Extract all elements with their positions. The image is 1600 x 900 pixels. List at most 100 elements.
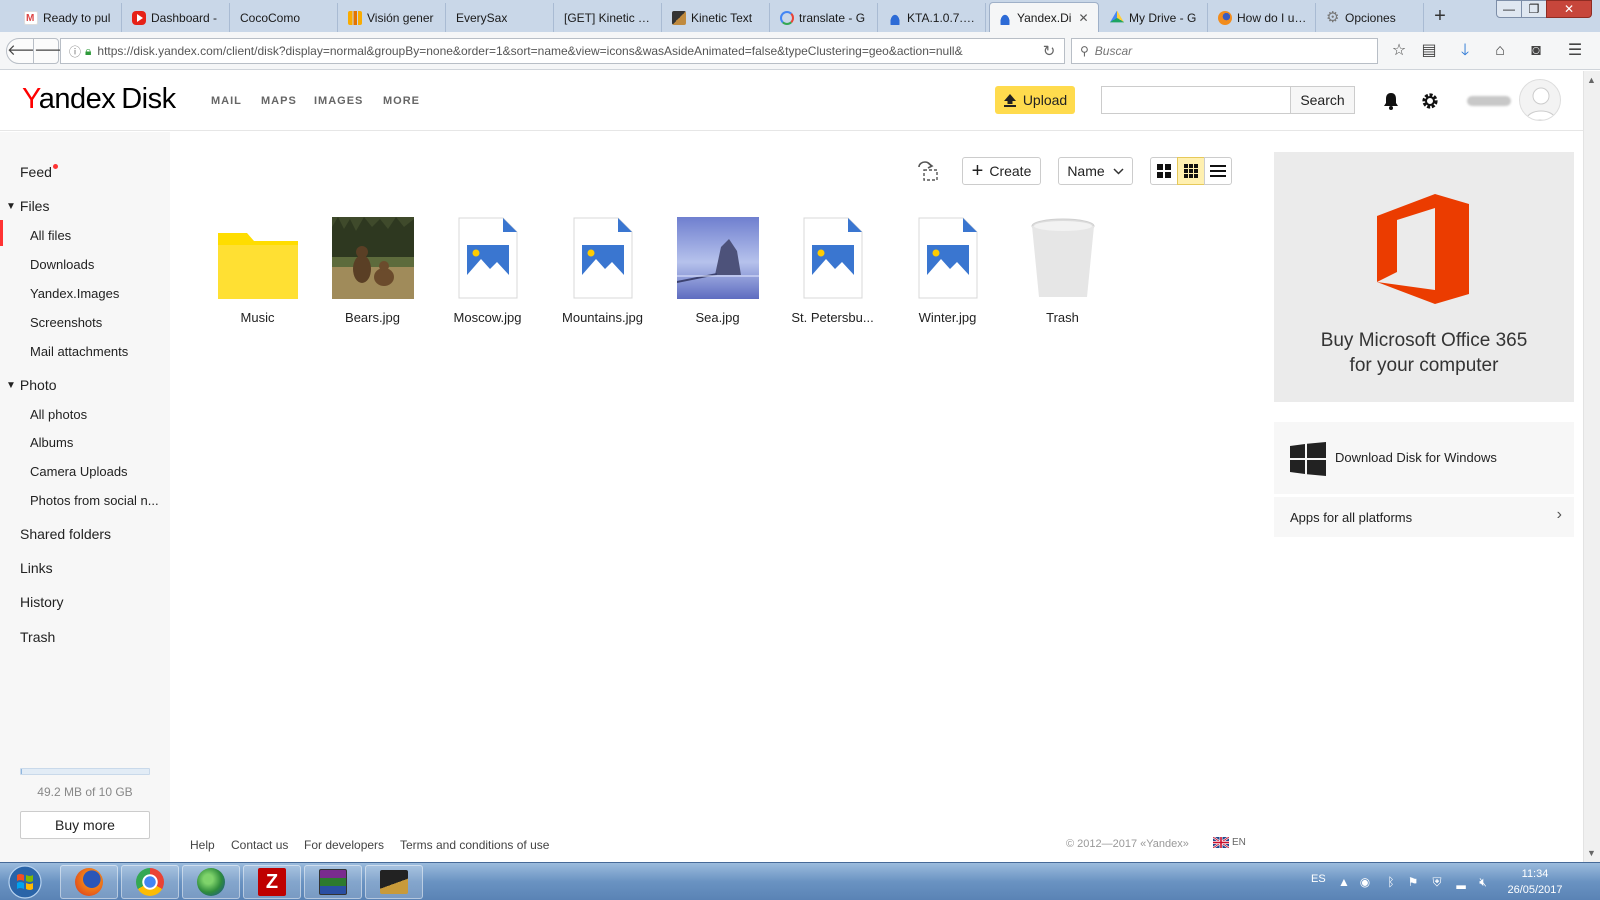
volume-muted-icon[interactable]: 🔇︎ [1476, 875, 1490, 889]
tray-flag-icon[interactable]: ⚑ [1406, 875, 1420, 889]
tab-close-icon[interactable]: ✕ [1078, 11, 1088, 25]
sidebar-group-photo[interactable]: ▼ Photo [6, 377, 57, 393]
sidebar-item-yandex-images[interactable]: Yandex.Images [30, 286, 119, 301]
footer-help-link[interactable]: Help [190, 838, 215, 852]
home-icon[interactable]: ⌂ [1489, 41, 1511, 61]
tray-security-icon[interactable]: ⛨ [1430, 875, 1444, 889]
nav-images[interactable]: IMAGES [314, 95, 363, 107]
reload-icon[interactable]: ↻ [1034, 42, 1064, 60]
bluetooth-icon[interactable]: ᛒ [1384, 875, 1398, 889]
create-button[interactable]: + Create [962, 157, 1041, 185]
new-tab-button[interactable]: + [1428, 5, 1452, 29]
downloads-icon[interactable]: 🡓 [1454, 41, 1476, 61]
keyboard-language[interactable]: ES [1311, 873, 1326, 885]
taskbar-winrar[interactable] [304, 865, 362, 899]
sidebar-item-all-photos[interactable]: All photos [30, 407, 87, 422]
tab-cococomo[interactable]: CocoComo [232, 3, 338, 32]
browser-search-input[interactable] [1094, 44, 1355, 58]
nav-mail[interactable]: MAIL [211, 95, 242, 107]
forward-button[interactable]: 🡒 [33, 38, 74, 64]
vertical-scrollbar[interactable]: ▲ ▼ [1583, 71, 1600, 862]
tab-analytics[interactable]: Visión gener [340, 3, 446, 32]
tab-kta[interactable]: KTA.1.0.7.Wir [880, 3, 986, 32]
file-item-moscow[interactable]: Moscow.jpg [435, 217, 540, 325]
bookmarks-list-icon[interactable]: ▤ [1418, 41, 1440, 61]
yandex-disk-logo[interactable]: Yandex Disk [22, 83, 176, 116]
hamburger-menu-icon[interactable]: ☰ [1564, 41, 1586, 61]
bell-icon[interactable] [1381, 91, 1401, 111]
sidebar-item-links[interactable]: Links [20, 560, 53, 576]
buy-more-button[interactable]: Buy more [20, 811, 150, 839]
gear-icon[interactable] [1420, 91, 1440, 111]
language-switcher[interactable]: EN [1213, 837, 1246, 848]
upload-button[interactable]: Upload [995, 86, 1075, 114]
tray-app-icon[interactable]: ◉ [1358, 875, 1372, 889]
url-bar[interactable]: ⓘ 🔒︎ https://disk.yandex.com/client/disk… [60, 38, 1065, 64]
tab-everysax[interactable]: EverySax [448, 3, 554, 32]
sidebar-item-trash[interactable]: Trash [20, 629, 55, 645]
nav-more[interactable]: MORE [383, 95, 420, 107]
sort-dropdown[interactable]: Name [1058, 157, 1133, 185]
sidebar-item-all-files[interactable]: All files [30, 228, 71, 243]
disk-search-input[interactable] [1102, 87, 1290, 113]
bookmark-star-icon[interactable]: ☆ [1388, 41, 1410, 61]
sidebar-item-feed[interactable]: Feed [20, 164, 58, 180]
window-close-button[interactable]: ✕ [1546, 0, 1592, 18]
file-item-music[interactable]: Music [205, 217, 310, 325]
browser-search-box[interactable]: ⚲ [1071, 38, 1378, 64]
taskbar-video-app[interactable] [365, 865, 423, 899]
window-minimize-button[interactable]: — [1496, 0, 1522, 18]
select-mode-icon[interactable] [915, 159, 941, 183]
tab-youtube[interactable]: Dashboard - [124, 3, 230, 32]
file-item-bears[interactable]: Bears.jpg [320, 217, 425, 325]
avatar[interactable] [1519, 79, 1561, 121]
taskbar-chrome[interactable] [121, 865, 179, 899]
sidebar-item-screenshots[interactable]: Screenshots [30, 315, 102, 330]
sidebar-group-files[interactable]: ▼ Files [6, 198, 49, 214]
username-blurred[interactable] [1467, 96, 1511, 106]
url-text[interactable]: https://disk.yandex.com/client/disk?disp… [97, 44, 1034, 58]
sidebar-item-shared-folders[interactable]: Shared folders [20, 526, 111, 542]
tab-yandex-disk[interactable]: Yandex.Di ✕ [989, 2, 1099, 32]
taskbar-firefox[interactable] [60, 865, 118, 899]
footer-contact-link[interactable]: Contact us [231, 838, 288, 852]
taskbar-globe-app[interactable] [182, 865, 240, 899]
file-item-winter[interactable]: Winter.jpg [895, 217, 1000, 325]
tray-expand-icon[interactable]: ▲ [1337, 875, 1351, 889]
system-clock[interactable]: 11:34 26/05/2017 [1505, 866, 1565, 898]
disk-search-button[interactable]: Search [1290, 87, 1354, 113]
sidebar-item-social-photos[interactable]: Photos from social n... [30, 493, 159, 508]
download-disk-windows[interactable]: Download Disk for Windows [1274, 422, 1574, 494]
view-large-icons-button[interactable] [1150, 157, 1178, 185]
sidebar-item-camera-uploads[interactable]: Camera Uploads [30, 464, 128, 479]
sidebar-item-mail-attachments[interactable]: Mail attachments [30, 344, 128, 359]
file-item-trash[interactable]: Trash [1010, 217, 1115, 325]
sidebar-item-albums[interactable]: Albums [30, 435, 73, 450]
office-365-promo[interactable]: Buy Microsoft Office 365 for your comput… [1274, 152, 1574, 402]
network-signal-icon[interactable]: ▂ [1454, 875, 1468, 889]
tab-how-do-i-use[interactable]: How do I use [1210, 3, 1316, 32]
tab-opciones[interactable]: ⚙ Opciones [1318, 3, 1424, 32]
pocket-icon[interactable]: ◙ [1525, 41, 1547, 61]
nav-maps[interactable]: MAPS [261, 95, 297, 107]
tab-kinetic-get[interactable]: [GET] Kinetic Tex [556, 3, 662, 32]
tab-google-drive[interactable]: My Drive - G [1102, 3, 1208, 32]
apps-all-platforms-link[interactable]: Apps for all platforms › [1274, 497, 1574, 537]
scroll-up-arrow-icon[interactable]: ▲ [1587, 75, 1596, 85]
back-button[interactable]: 🡐 [6, 38, 47, 64]
tab-kinetic-text[interactable]: Kinetic Text [664, 3, 770, 32]
start-button[interactable] [4, 864, 46, 900]
footer-developers-link[interactable]: For developers [304, 838, 384, 852]
file-item-mountains[interactable]: Mountains.jpg [550, 217, 655, 325]
scroll-down-arrow-icon[interactable]: ▼ [1587, 848, 1596, 858]
file-item-st-petersburg[interactable]: St. Petersbu... [780, 217, 885, 325]
window-maximize-button[interactable]: ❐ [1521, 0, 1547, 18]
tab-translate[interactable]: translate - G [772, 3, 878, 32]
taskbar-filezilla[interactable]: Z [243, 865, 301, 899]
file-item-sea[interactable]: Sea.jpg [665, 217, 770, 325]
footer-terms-link[interactable]: Terms and conditions of use [400, 838, 549, 852]
info-icon[interactable]: ⓘ [69, 43, 81, 60]
view-list-button[interactable] [1204, 157, 1232, 185]
view-icons-button[interactable] [1177, 157, 1205, 185]
sidebar-item-history[interactable]: History [20, 594, 64, 610]
